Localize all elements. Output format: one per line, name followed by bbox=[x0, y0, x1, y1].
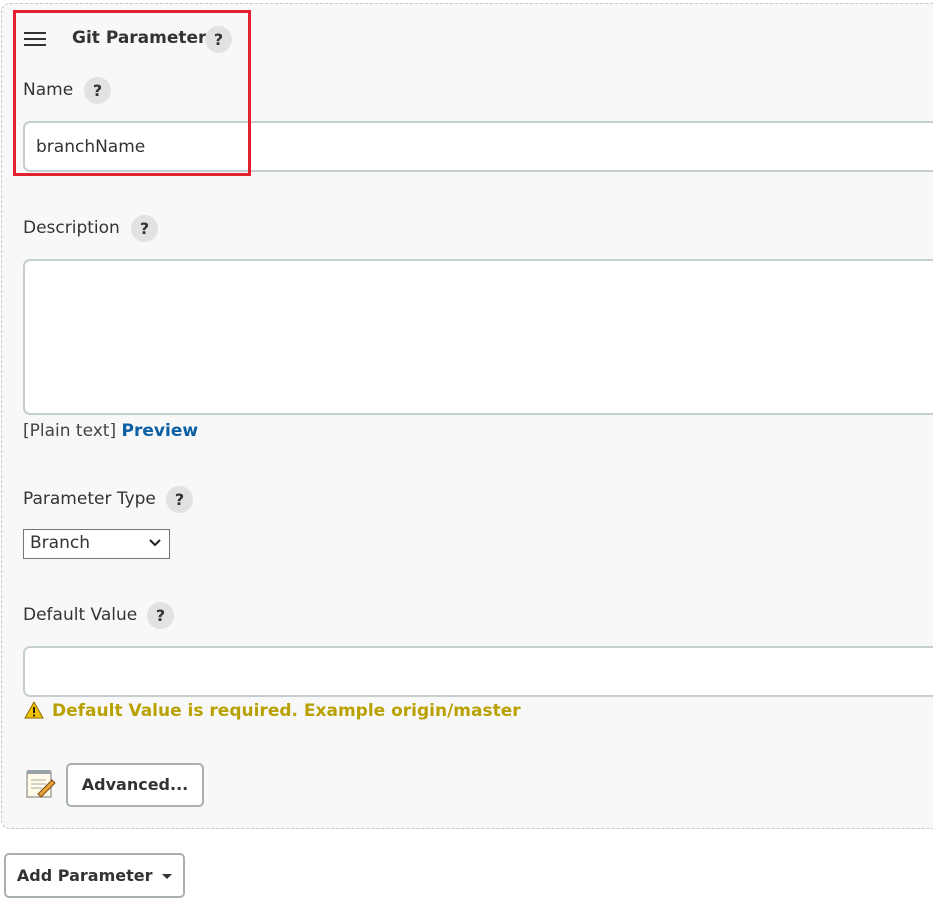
default-value-input[interactable] bbox=[23, 646, 933, 697]
description-label: Description bbox=[23, 218, 120, 238]
parameter-type-select[interactable]: Branch bbox=[23, 529, 170, 559]
help-icon-default-value[interactable]: ? bbox=[147, 602, 174, 629]
default-value-label: Default Value bbox=[23, 605, 138, 625]
add-parameter-label: Add Parameter bbox=[16, 866, 153, 885]
plain-text-label: [Plain text] bbox=[23, 421, 117, 441]
parameter-type-selected: Branch bbox=[30, 533, 90, 553]
add-parameter-button[interactable]: Add Parameter bbox=[4, 853, 185, 898]
highlight-box bbox=[13, 10, 251, 176]
description-textarea[interactable] bbox=[23, 259, 933, 415]
help-icon-parameter-type[interactable]: ? bbox=[166, 486, 193, 513]
advanced-button[interactable]: Advanced... bbox=[66, 763, 204, 807]
parameter-type-label: Parameter Type bbox=[23, 489, 156, 509]
notepad-icon bbox=[26, 770, 56, 798]
format-hint: [Plain text] Preview bbox=[23, 421, 198, 441]
preview-link[interactable]: Preview bbox=[122, 421, 199, 441]
chevron-down-icon bbox=[149, 539, 161, 547]
help-icon-description[interactable]: ? bbox=[131, 215, 158, 242]
caret-down-icon bbox=[162, 873, 173, 879]
warning-icon bbox=[24, 701, 44, 719]
default-value-warning: Default Value is required. Example origi… bbox=[52, 701, 521, 721]
